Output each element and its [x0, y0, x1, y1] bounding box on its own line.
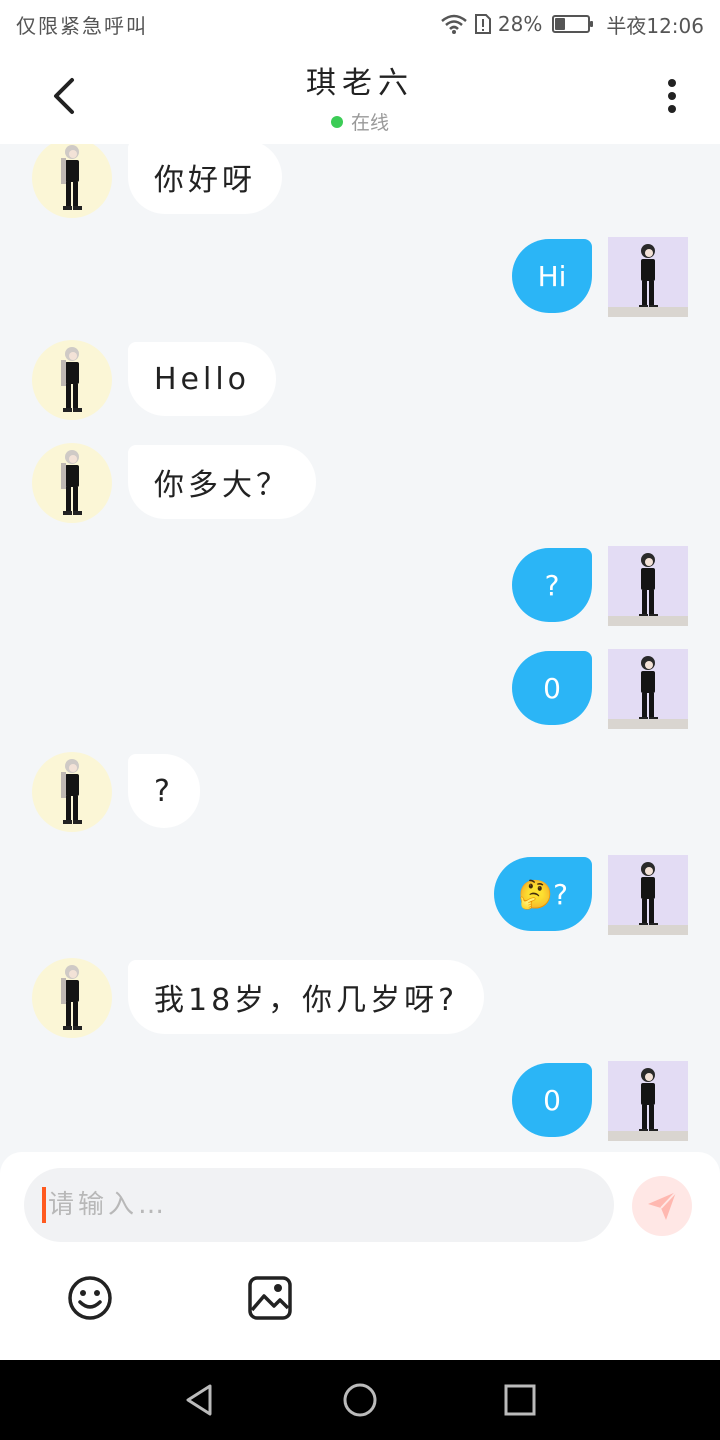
nav-recents-button[interactable]	[500, 1380, 540, 1420]
status-bar: 仅限紧急呼叫 28% 半夜12:06	[0, 0, 720, 48]
outgoing-message-bubble[interactable]: 🤔?	[494, 857, 592, 931]
character-figure-icon	[639, 1068, 658, 1133]
page-title: 琪老六	[306, 66, 414, 101]
triangle-back-icon	[186, 1384, 212, 1416]
more-button[interactable]	[648, 72, 696, 120]
outgoing-message-row: ?	[0, 546, 720, 626]
outgoing-message-bubble[interactable]: 0	[512, 651, 592, 725]
circle-home-icon	[343, 1383, 377, 1417]
character-figure-icon	[639, 553, 658, 618]
nav-home-button[interactable]	[340, 1380, 380, 1420]
send-icon	[648, 1191, 677, 1220]
character-figure-icon	[61, 145, 82, 210]
my-avatar[interactable]	[608, 237, 688, 317]
my-avatar[interactable]	[608, 855, 688, 935]
chat-header: 琪老六 在线	[0, 48, 720, 144]
character-figure-icon	[639, 862, 658, 927]
avatar-floor	[608, 925, 688, 935]
incoming-message-bubble[interactable]: Hello	[128, 342, 277, 416]
avatar-floor	[608, 616, 688, 626]
message-input-box[interactable]	[24, 1168, 614, 1242]
incoming-message-row: 我18岁，你几岁呀?	[0, 958, 720, 1038]
emoji-button[interactable]	[66, 1274, 114, 1322]
outgoing-message-row: 0	[0, 1061, 720, 1141]
incoming-message-bubble[interactable]: 你好呀	[128, 144, 282, 214]
incoming-message-row: Hello	[0, 340, 720, 420]
character-figure-icon	[61, 450, 82, 515]
back-button[interactable]	[40, 72, 88, 120]
outgoing-message-bubble[interactable]: 0	[512, 1063, 592, 1137]
avatar-floor	[608, 1131, 688, 1141]
square-recents-icon	[504, 1384, 536, 1416]
contact-avatar[interactable]	[32, 752, 112, 832]
incoming-message-bubble[interactable]: 你多大？	[128, 445, 316, 519]
composer	[0, 1152, 720, 1360]
outgoing-message-row: Hi	[0, 237, 720, 317]
more-vertical-icon	[668, 79, 676, 113]
presence-label: 在线	[350, 112, 389, 134]
my-avatar[interactable]	[608, 1061, 688, 1141]
nav-back-button[interactable]	[180, 1380, 220, 1420]
title-block: 琪老六 在线	[160, 58, 560, 135]
carrier-text: 仅限紧急呼叫	[16, 13, 148, 38]
contact-avatar[interactable]	[32, 958, 112, 1038]
avatar-floor	[608, 307, 688, 317]
presence-status: 在线	[160, 108, 560, 135]
battery-level	[555, 18, 565, 30]
battery-icon	[552, 15, 594, 33]
character-figure-icon	[61, 759, 82, 824]
send-button[interactable]	[632, 1176, 692, 1236]
contact-avatar[interactable]	[32, 443, 112, 523]
outgoing-message-bubble[interactable]: Hi	[512, 239, 592, 313]
clock: 半夜12:06	[606, 13, 704, 38]
battery-percent: 28%	[497, 12, 543, 36]
incoming-message-bubble[interactable]: 我18岁，你几岁呀?	[128, 960, 485, 1034]
incoming-message-row: 你好呀	[0, 144, 720, 218]
image-button[interactable]	[246, 1274, 294, 1322]
character-figure-icon	[61, 965, 82, 1030]
sim-alert-icon	[474, 14, 491, 34]
outgoing-message-row: 🤔?	[0, 855, 720, 935]
chevron-left-icon	[54, 78, 74, 114]
contact-avatar[interactable]	[32, 340, 112, 420]
text-caret	[42, 1187, 46, 1223]
contact-avatar[interactable]	[32, 144, 112, 218]
outgoing-message-bubble[interactable]: ?	[512, 548, 592, 622]
my-avatar[interactable]	[608, 546, 688, 626]
incoming-message-row: 你多大？	[0, 443, 720, 523]
message-input[interactable]	[48, 1190, 568, 1220]
system-nav-bar	[0, 1360, 720, 1440]
character-figure-icon	[61, 347, 82, 412]
character-figure-icon	[639, 244, 658, 309]
my-avatar[interactable]	[608, 649, 688, 729]
status-icons: 28% 半夜12:06	[440, 10, 704, 39]
outgoing-message-row: 0	[0, 649, 720, 729]
message-list[interactable]: 你好呀 Hi Hello 你多大？? 0? 🤔? 我18岁，你几岁呀? 0	[0, 144, 720, 1152]
image-icon	[248, 1276, 292, 1320]
avatar-floor	[608, 719, 688, 729]
emoji-icon	[68, 1276, 112, 1320]
wifi-icon	[441, 14, 467, 34]
incoming-message-row: ?	[0, 752, 720, 832]
character-figure-icon	[639, 656, 658, 721]
incoming-message-bubble[interactable]: ?	[128, 754, 200, 828]
online-dot	[330, 115, 343, 128]
